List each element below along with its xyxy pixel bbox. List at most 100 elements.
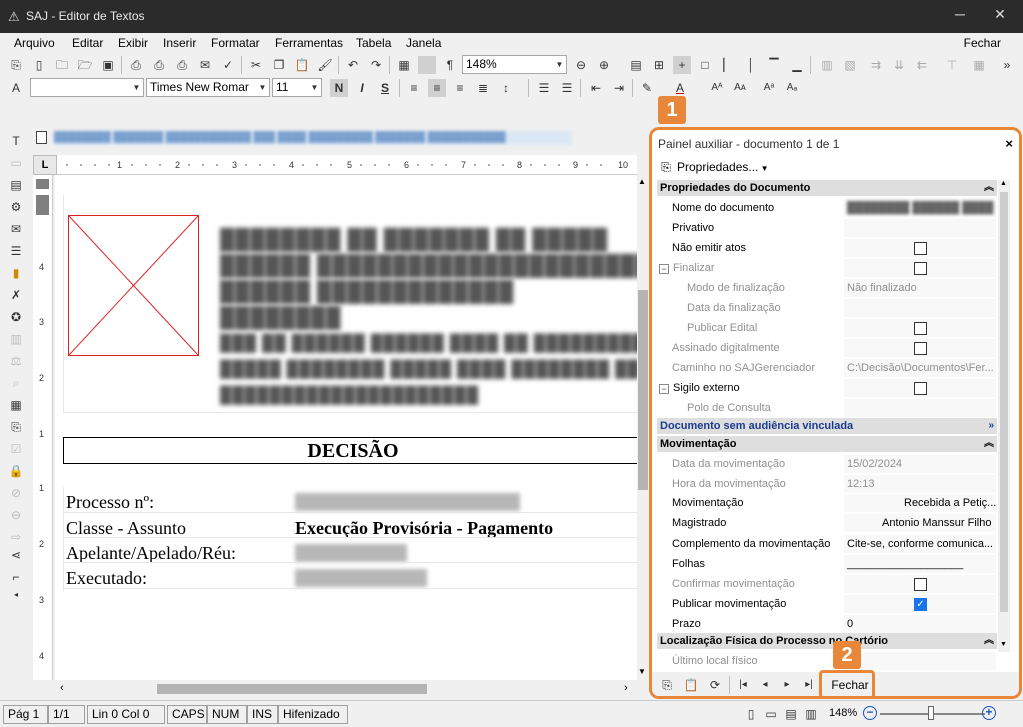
row-sigilo-externo[interactable]: − Sigilo externo	[657, 378, 997, 398]
open-recent-icon[interactable]: 🗁	[76, 56, 94, 74]
row-hora-movimentacao[interactable]: Hora da movimentação 12:13	[657, 474, 997, 494]
row-magistrado[interactable]: Magistrado Antonio Manssur Filho	[657, 513, 997, 533]
font-color-icon[interactable]: A	[671, 79, 689, 97]
subscript-icon[interactable]: Aₐ	[783, 79, 801, 97]
zoom-combo[interactable]: 148% ▼	[462, 55, 567, 74]
copy-icon[interactable]: ❐	[270, 56, 288, 74]
row-finalizar[interactable]: − Finalizar	[657, 258, 997, 278]
table-border-top-icon[interactable]: ▔	[765, 56, 783, 74]
font-size-combo[interactable]: 11 ▼	[272, 78, 322, 97]
export-icon[interactable]: ⇨	[7, 528, 25, 546]
row-complemento[interactable]: Complemento da movimentação Cite-se, conf…	[657, 534, 997, 554]
merge-cells-icon[interactable]: ▥	[818, 56, 836, 74]
menu-tabela[interactable]: Tabela	[356, 36, 391, 50]
open-folder-icon[interactable]: 🗀	[53, 56, 71, 74]
row-prazo[interactable]: Prazo 0	[657, 614, 997, 634]
toolbar-overflow-icon[interactable]: »	[998, 56, 1016, 74]
copy-panel-icon[interactable]: ⎘	[658, 676, 676, 694]
search-records-icon[interactable]: ⌕	[7, 374, 25, 392]
section-localizacao[interactable]: Localização Física do Processo no Cartór…	[657, 633, 997, 649]
vertical-scroll-thumb[interactable]	[638, 290, 648, 490]
spellcheck-icon[interactable]: ✓	[219, 56, 237, 74]
new-document-icon[interactable]: ▯	[30, 56, 48, 74]
assinado-checkbox[interactable]	[914, 342, 927, 355]
zoom-out-icon[interactable]: ⊖	[572, 56, 590, 74]
table-border-all-icon[interactable]: ⊞	[650, 56, 668, 74]
page-view-icon[interactable]: ▯	[742, 705, 760, 723]
table-border-inner-icon[interactable]: +	[673, 56, 691, 74]
row-folhas[interactable]: Folhas ___________________	[657, 554, 997, 574]
text-direction-icon[interactable]: T	[7, 132, 25, 150]
cut-icon[interactable]: ✂	[247, 56, 265, 74]
menu-formatar[interactable]: Formatar	[211, 36, 260, 50]
menu-janela[interactable]: Janela	[406, 36, 441, 50]
finalizar-checkbox[interactable]	[914, 262, 927, 275]
format-brush-icon[interactable]: ⌐	[7, 568, 25, 586]
sigilo-externo-checkbox[interactable]	[914, 382, 927, 395]
print-icon[interactable]: ⎙	[150, 56, 168, 74]
row-nome-documento[interactable]: Nome do documento ████████ ██████ ████	[657, 198, 997, 218]
styles-icon[interactable]: A	[7, 79, 25, 97]
row-publicar-edital[interactable]: Publicar Edital	[657, 318, 997, 338]
split-cells-icon[interactable]: ▧	[841, 56, 859, 74]
row-nao-emitir-atos[interactable]: Não emitir atos	[657, 238, 997, 258]
insert-column-icon[interactable]: ⇊	[890, 56, 908, 74]
unlock-icon[interactable]: ⊘	[7, 484, 25, 502]
zoom-slider-thumb[interactable]	[928, 706, 934, 720]
share-icon[interactable]: ⋖	[7, 546, 25, 564]
vertical-ruler[interactable]: 4 3 2 1 1 2 3 4	[33, 175, 53, 680]
italic-button[interactable]: I	[353, 79, 371, 97]
publicar-edital-checkbox[interactable]	[914, 322, 927, 335]
row-caminho[interactable]: Caminho no SAJGerenciador C:\Decisão\Docu…	[657, 358, 997, 378]
stamp-icon[interactable]: ⚖	[7, 352, 25, 370]
shrink-font-icon[interactable]: Aᴀ	[731, 79, 749, 97]
share-disabled-icon[interactable]: ⊖	[7, 506, 25, 524]
panel-close-icon[interactable]: ×	[1005, 136, 1013, 151]
menu-inserir[interactable]: Inserir	[163, 36, 196, 50]
align-left-icon[interactable]: ≡	[405, 79, 423, 97]
row-movimentacao[interactable]: Movimentação Recebida a Petiç...	[657, 493, 997, 513]
format-painter-icon[interactable]: 🖌	[316, 56, 334, 74]
delete-row-icon[interactable]: ⇇	[913, 56, 931, 74]
superscript-icon[interactable]: Aᵃ	[760, 79, 778, 97]
document-horizontal-scrollbar[interactable]: ‹ ›	[55, 680, 637, 698]
table-border-outer-icon[interactable]: □	[696, 56, 714, 74]
zoom-in-button[interactable]: +	[982, 706, 996, 720]
highlight-icon[interactable]: ✎	[638, 79, 656, 97]
document-vertical-scrollbar[interactable]: ▲ ▼	[637, 175, 649, 680]
decrease-indent-icon[interactable]: ⇤	[587, 79, 605, 97]
underline-button[interactable]: S	[376, 79, 394, 97]
sign-document-icon[interactable]: ▮	[7, 264, 25, 282]
panel-scrollbar[interactable]: ▲ ▼	[998, 180, 1010, 652]
comments-icon[interactable]: ✉	[7, 220, 25, 238]
bullets-icon[interactable]: ☰	[535, 79, 553, 97]
table-properties-icon[interactable]: ▦	[970, 56, 988, 74]
bold-button[interactable]: N	[330, 79, 348, 97]
expand-toolbar-icon[interactable]: ◂	[7, 586, 25, 604]
section-document-properties[interactable]: Propriedades do Documento ︽	[657, 180, 997, 196]
horizontal-scroll-thumb[interactable]	[157, 684, 427, 694]
table-grid-icon[interactable]	[418, 56, 436, 74]
menu-arquivo[interactable]: Arquivo	[14, 36, 55, 50]
row-polo-consulta[interactable]: Polo de Consulta	[657, 398, 997, 418]
field-disabled-icon[interactable]: ▭	[7, 154, 25, 172]
menu-editar[interactable]: Editar	[72, 36, 103, 50]
numbering-icon[interactable]: ☰	[558, 79, 576, 97]
menu-close-document[interactable]: Fechar	[964, 36, 1001, 50]
lock-icon[interactable]: 🔒	[7, 462, 25, 480]
scroll-right-icon[interactable]: ›	[624, 682, 628, 694]
tab-stop-selector[interactable]: L	[33, 155, 57, 175]
expand-chevron-icon[interactable]: »	[988, 418, 994, 434]
calendar-icon[interactable]: ▦	[7, 396, 25, 414]
collapse-chevron-icon[interactable]: ︽	[984, 633, 994, 649]
document-tab[interactable]: ████████ ███████ ████████████ ███ ████ █…	[32, 129, 572, 147]
next-document-icon[interactable]: ▸	[778, 676, 796, 694]
row-assinado-digitalmente[interactable]: Assinado digitalmente	[657, 338, 997, 358]
row-confirmar-movimentacao[interactable]: Confirmar movimentação	[657, 574, 997, 594]
menu-exibir[interactable]: Exibir	[118, 36, 148, 50]
collapse-chevron-icon[interactable]: ︽	[984, 180, 994, 196]
publicar-movimentacao-checkbox[interactable]: ✓	[914, 598, 927, 611]
row-publicar-movimentacao[interactable]: Publicar movimentação ✓	[657, 594, 997, 614]
table-border-bottom-icon[interactable]: ▁	[788, 56, 806, 74]
save-icon[interactable]: ▣	[99, 56, 117, 74]
